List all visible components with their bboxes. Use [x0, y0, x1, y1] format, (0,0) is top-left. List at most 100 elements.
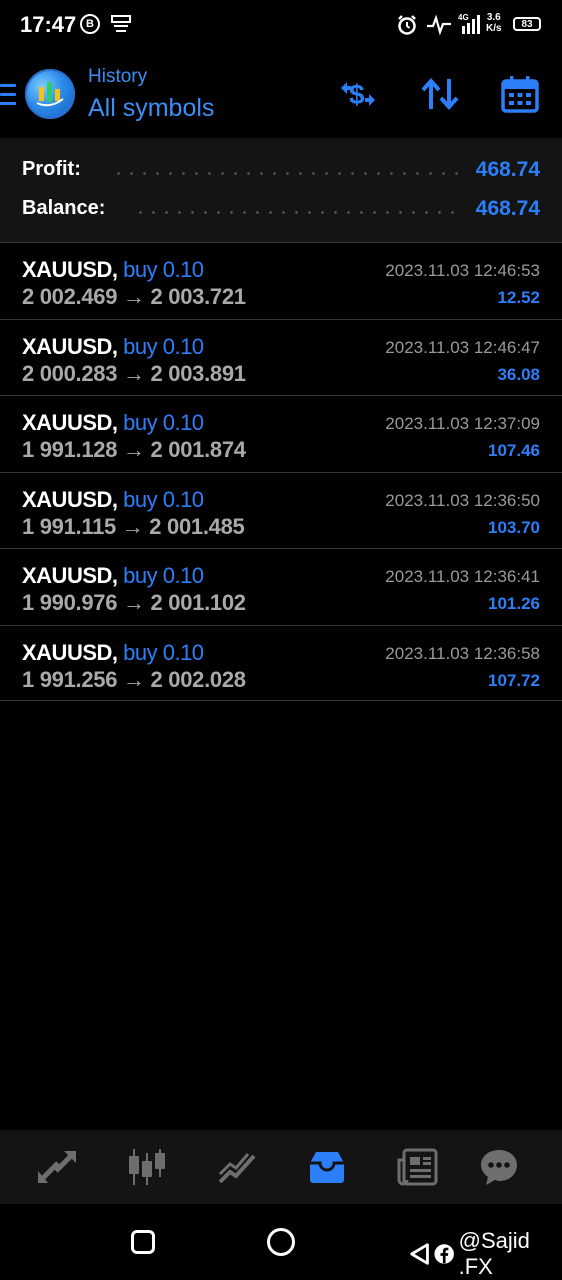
open-price: 1 990.976 [22, 590, 118, 615]
notification-stack-icon [110, 14, 132, 34]
trade-row[interactable]: XAUUSD, buy 0.10 1 991.256 → 2 002.028 2… [0, 624, 562, 701]
profit-value: 468.74 [475, 158, 540, 181]
trade-side: buy 0.10 [123, 639, 204, 665]
net-speed-value: 3.6 [486, 12, 501, 23]
symbol-name: XAUUSD, [22, 639, 118, 665]
trade-side: buy 0.10 [123, 563, 204, 588]
net-speed: 3.6 K/s [486, 12, 502, 34]
watermark-text: @Sajid .FX [458, 1228, 530, 1279]
facebook-icon [434, 1244, 455, 1264]
trade-symbol: XAUUSD, buy 0.10 [22, 334, 204, 360]
logo-chart-icon [36, 82, 64, 107]
trade-profit: 103.70 [488, 517, 540, 537]
nav-news[interactable] [392, 1144, 442, 1190]
back-triangle-icon[interactable] [408, 1241, 430, 1267]
trade-symbol: XAUUSD, buy 0.10 [22, 563, 204, 589]
trade-side: buy 0.10 [123, 486, 204, 512]
trade-symbol: XAUUSD, buy 0.10 [22, 257, 204, 283]
header-subtitle: History [88, 66, 148, 87]
trade-profit: 101.26 [488, 594, 540, 613]
balance-value: 468.74 [475, 197, 540, 220]
svg-text:$: $ [349, 79, 365, 110]
svg-text:4G: 4G [458, 13, 469, 22]
currency-exchange-icon: $ [341, 79, 375, 110]
close-price: 2 002.028 [150, 666, 246, 692]
close-price: 2 003.721 [150, 284, 246, 309]
profit-label: Profit: [22, 158, 81, 180]
battery-indicator: 83 [513, 17, 541, 31]
open-price: 2 002.469 [22, 284, 118, 309]
menu-icon[interactable] [0, 84, 16, 106]
trade-side: buy 0.10 [123, 257, 204, 282]
trade-time: 2023.11.03 12:37:09 [385, 414, 540, 433]
activity-icon [426, 14, 452, 36]
trade-symbol: XAUUSD, buy 0.10 [22, 487, 204, 513]
price-arrow: → [123, 284, 145, 309]
symbol-name: XAUUSD, [22, 333, 118, 359]
net-speed-unit: K/s [486, 23, 502, 34]
trade-prices: 1 991.256 → 2 002.028 [22, 667, 246, 693]
open-price: 1 991.128 [22, 437, 118, 462]
trade-row[interactable]: XAUUSD, buy 0.10 2 002.469 → 2 003.721 2… [0, 242, 562, 319]
trade-list: XAUUSD, buy 0.10 2 002.469 → 2 003.721 2… [0, 242, 562, 701]
status-bar: 17:47 B 4G 3.6 K/s 83 [0, 0, 562, 52]
trade-profit: 36.08 [497, 364, 540, 384]
sort-arrows-icon [421, 77, 459, 111]
signal-icon: 4G [458, 12, 482, 36]
close-price: 2 001.102 [150, 590, 246, 615]
trade-side: buy 0.10 [123, 410, 204, 435]
sort-button[interactable] [418, 72, 462, 116]
trade-row[interactable]: XAUUSD, buy 0.10 1 991.128 → 2 001.874 2… [0, 395, 562, 472]
price-arrow: → [123, 437, 145, 462]
trade-row[interactable]: XAUUSD, buy 0.10 2 000.283 → 2 003.891 2… [0, 318, 562, 396]
trade-side: buy 0.10 [123, 333, 204, 359]
trade-profit: 107.72 [488, 670, 540, 690]
open-price: 1 991.115 [22, 513, 116, 539]
nav-chat[interactable] [474, 1144, 524, 1190]
dot-leader [112, 172, 458, 175]
status-time: 17:47 [20, 12, 77, 37]
app-logo [25, 69, 75, 119]
deposit-filter-button[interactable]: $ [336, 72, 380, 116]
trade-prices: 1 991.128 → 2 001.874 [22, 437, 246, 463]
news-icon [397, 1148, 438, 1186]
nav-quotes[interactable] [32, 1144, 82, 1190]
trade-prices: 1 990.976 → 2 001.102 [22, 590, 246, 616]
trade-prices: 2 002.469 → 2 003.721 [22, 284, 246, 310]
trade-row[interactable]: XAUUSD, buy 0.10 1 990.976 → 2 001.102 2… [0, 548, 562, 625]
profit-row: Profit: 468.74 [0, 158, 562, 188]
calendar-icon [501, 76, 539, 113]
trade-profit: 12.52 [497, 288, 540, 307]
symbol-name: XAUUSD, [22, 410, 118, 435]
symbol-name: XAUUSD, [22, 563, 118, 588]
symbol-name: XAUUSD, [22, 257, 118, 282]
dot-leader [134, 211, 458, 214]
close-price: 2 001.874 [150, 437, 246, 462]
recents-button[interactable] [131, 1230, 155, 1254]
home-button[interactable] [267, 1228, 295, 1256]
nav-history[interactable] [302, 1144, 352, 1190]
quotes-icon [38, 1151, 76, 1183]
trade-symbol: XAUUSD, buy 0.10 [22, 640, 204, 666]
trade-time: 2023.11.03 12:46:53 [385, 261, 540, 280]
page-title[interactable]: All symbols [88, 94, 214, 123]
price-arrow: → [121, 513, 144, 539]
bottom-nav [0, 1130, 562, 1204]
trade-icon [218, 1153, 256, 1184]
trade-time: 2023.11.03 12:46:47 [385, 337, 540, 357]
trade-profit: 107.46 [488, 441, 540, 460]
calendar-button[interactable] [498, 72, 542, 116]
close-price: 2 003.891 [150, 360, 246, 386]
symbol-name: XAUUSD, [22, 486, 118, 512]
trade-row[interactable]: XAUUSD, buy 0.10 1 991.115 → 2 001.485 2… [0, 471, 562, 549]
open-price: 1 991.256 [22, 666, 118, 692]
open-price: 2 000.283 [22, 360, 118, 386]
watermark: @Sajid .FX [408, 1228, 562, 1280]
balance-row: Balance: 468.74 [0, 197, 562, 227]
nav-chart[interactable] [122, 1144, 172, 1190]
history-icon [310, 1152, 344, 1183]
nav-trade[interactable] [212, 1144, 262, 1190]
trade-time: 2023.11.03 12:36:41 [385, 567, 540, 586]
trade-prices: 1 991.115 → 2 001.485 [22, 513, 245, 540]
price-arrow: → [123, 590, 145, 615]
